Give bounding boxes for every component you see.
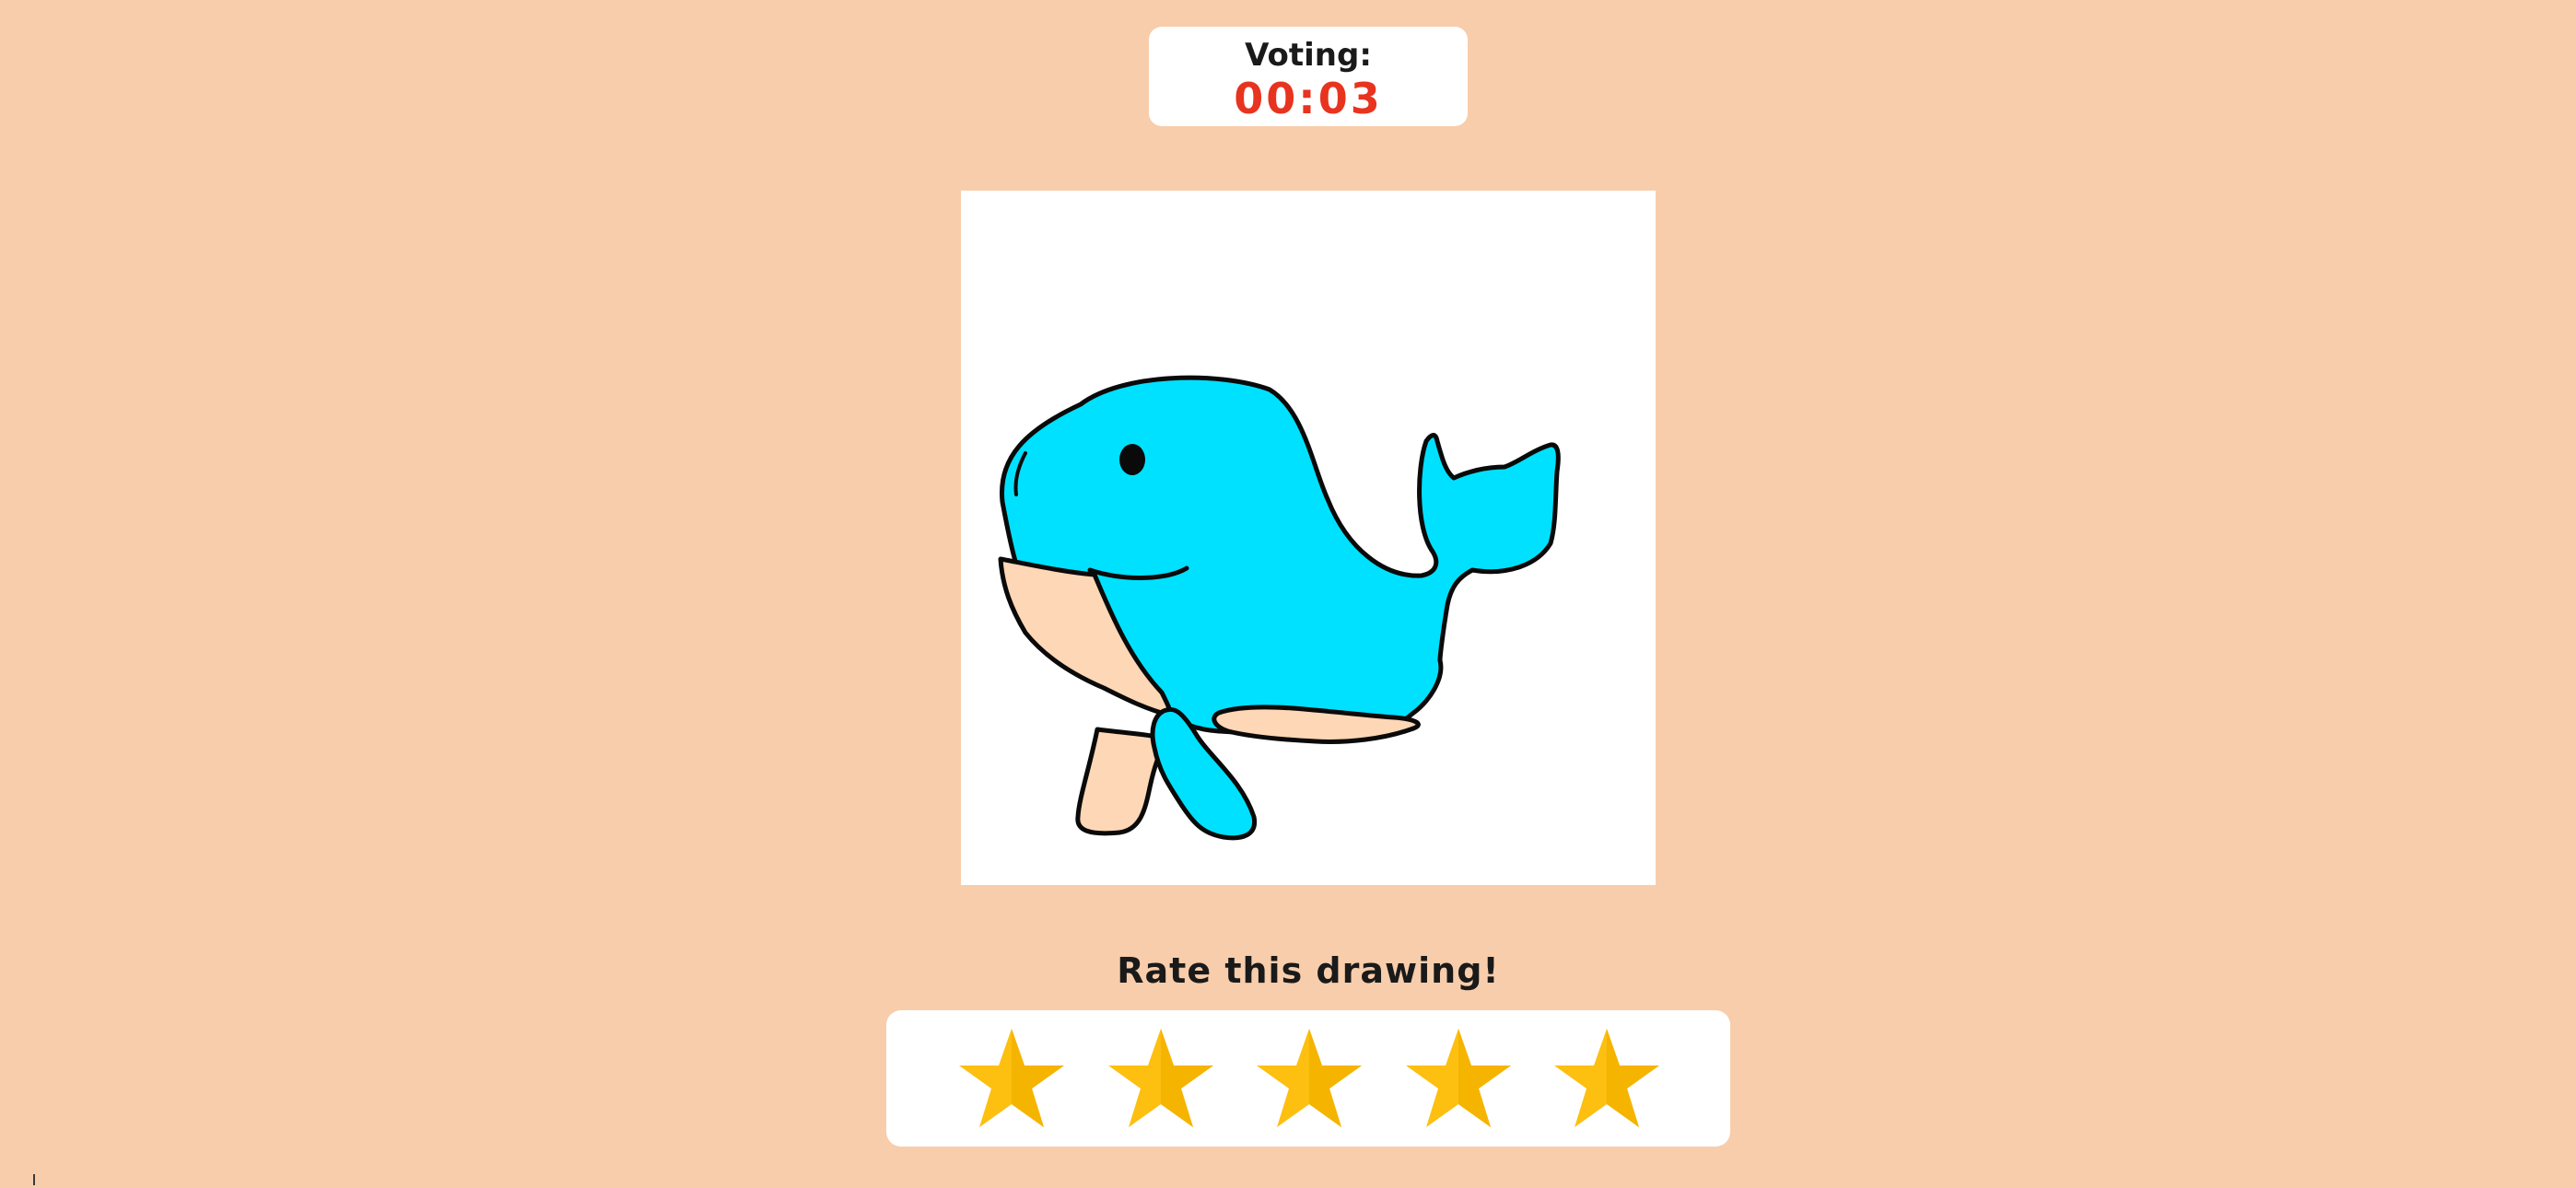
star-icon (1554, 1029, 1659, 1127)
star-rating-2-button[interactable] (1107, 1027, 1215, 1130)
whale-body (999, 375, 1561, 741)
edge-marker (33, 1174, 35, 1185)
star-rating-3-button[interactable] (1255, 1027, 1364, 1130)
star-rating-bar (886, 1010, 1730, 1147)
star-rating-1-button[interactable] (957, 1027, 1066, 1130)
star-icon (1257, 1029, 1362, 1127)
drawing-canvas (961, 191, 1656, 885)
whale-eye (1119, 444, 1145, 475)
star-rating-4-button[interactable] (1404, 1027, 1513, 1130)
voting-label: Voting: (1245, 37, 1372, 74)
star-icon (1406, 1029, 1511, 1127)
whale-drawing-icon (998, 375, 1561, 841)
star-icon (959, 1029, 1064, 1127)
star-rating-5-button[interactable] (1552, 1027, 1661, 1130)
rate-prompt: Rate this drawing! (1117, 950, 1500, 991)
voting-timer-card: Voting: 00:03 (1149, 27, 1468, 126)
star-icon (1108, 1029, 1213, 1127)
countdown-timer: 00:03 (1234, 74, 1383, 123)
voting-screen: Voting: 00:03 Rate this drawing! (0, 0, 2576, 1188)
